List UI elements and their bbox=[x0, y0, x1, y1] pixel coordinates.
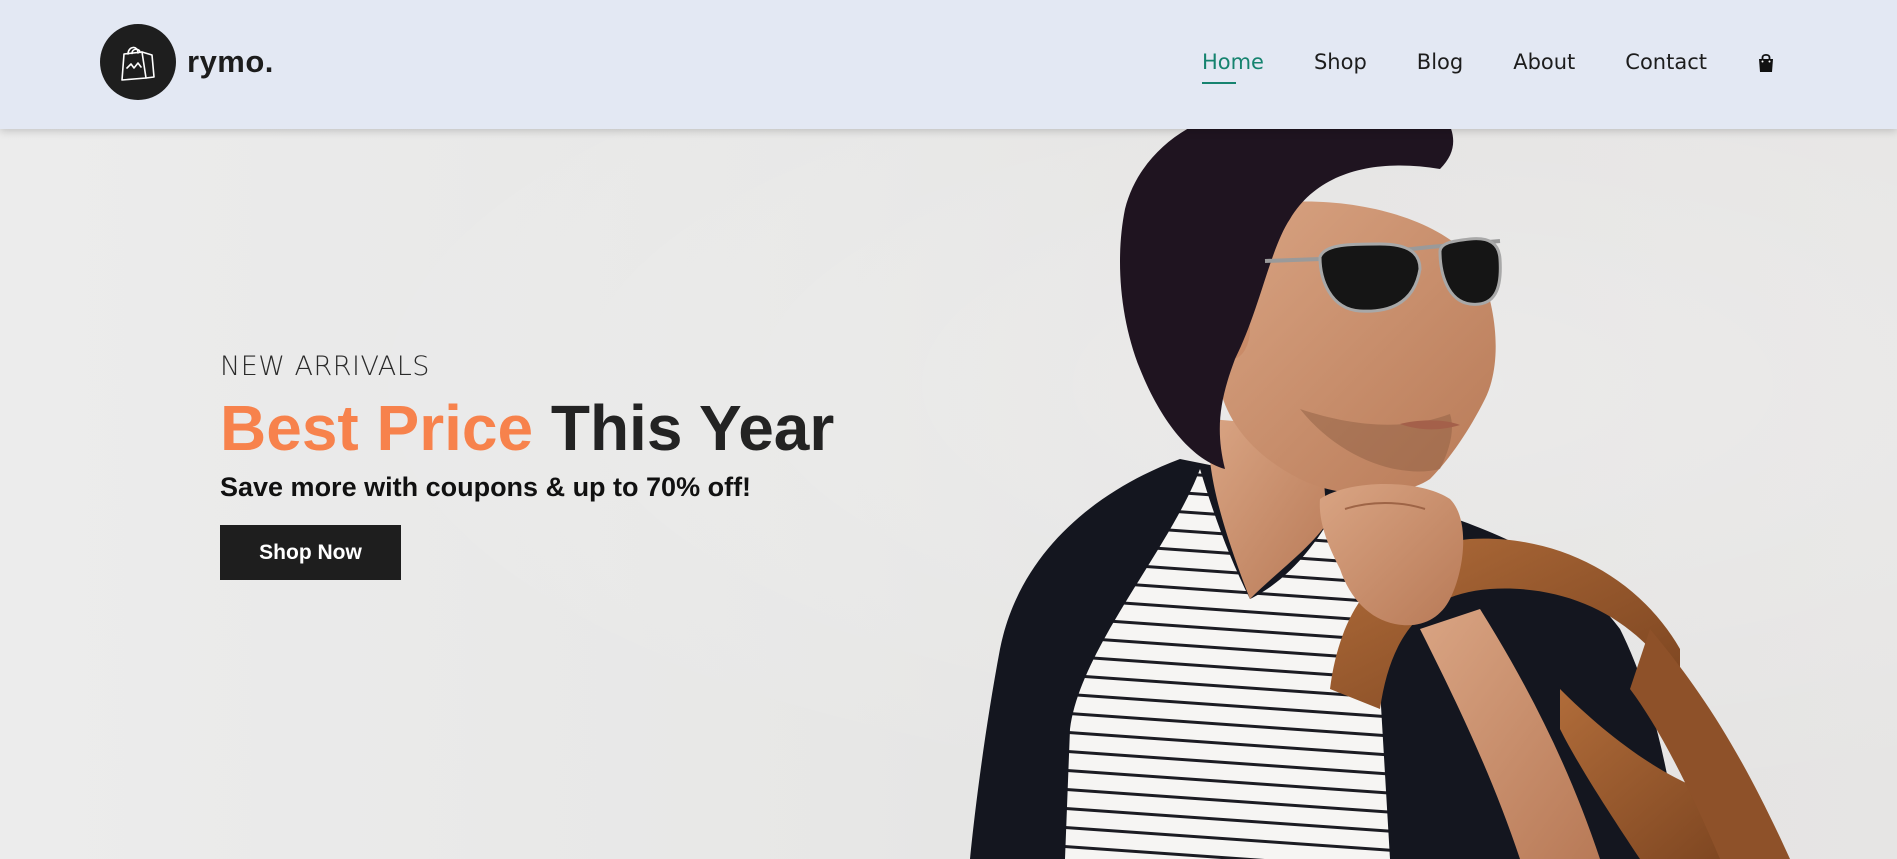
hero-banner: NEW ARRIVALS Best Price This Year Save m… bbox=[0, 129, 1897, 859]
brand-name: rymo. bbox=[187, 44, 274, 79]
nav-item-about[interactable]: About bbox=[1513, 50, 1575, 76]
shop-now-button[interactable]: Shop Now bbox=[220, 525, 401, 580]
nav-item-blog[interactable]: Blog bbox=[1417, 50, 1463, 76]
main-nav: Home Shop Blog About Contact bbox=[1201, 0, 1897, 126]
cart-bag-icon[interactable] bbox=[1757, 53, 1775, 73]
hero-eyebrow: NEW ARRIVALS bbox=[220, 351, 430, 382]
headline-rest: This Year bbox=[550, 392, 835, 464]
nav-item-shop[interactable]: Shop bbox=[1314, 50, 1367, 76]
headline-accent: Best Price bbox=[220, 392, 534, 464]
hero-text-block: NEW ARRIVALS Best Price This Year Save m… bbox=[220, 351, 834, 580]
hero-headline: Best Price This Year bbox=[220, 396, 834, 460]
nav-item-home[interactable]: Home bbox=[1201, 50, 1264, 84]
nav-item-contact[interactable]: Contact bbox=[1625, 50, 1707, 76]
site-header: rymo. Home Shop Blog About Contact bbox=[0, 0, 1897, 129]
brand-logo[interactable]: rymo. bbox=[100, 24, 274, 100]
hero-subline: Save more with coupons & up to 70% off! bbox=[220, 472, 752, 502]
shopping-bag-icon bbox=[100, 24, 176, 100]
